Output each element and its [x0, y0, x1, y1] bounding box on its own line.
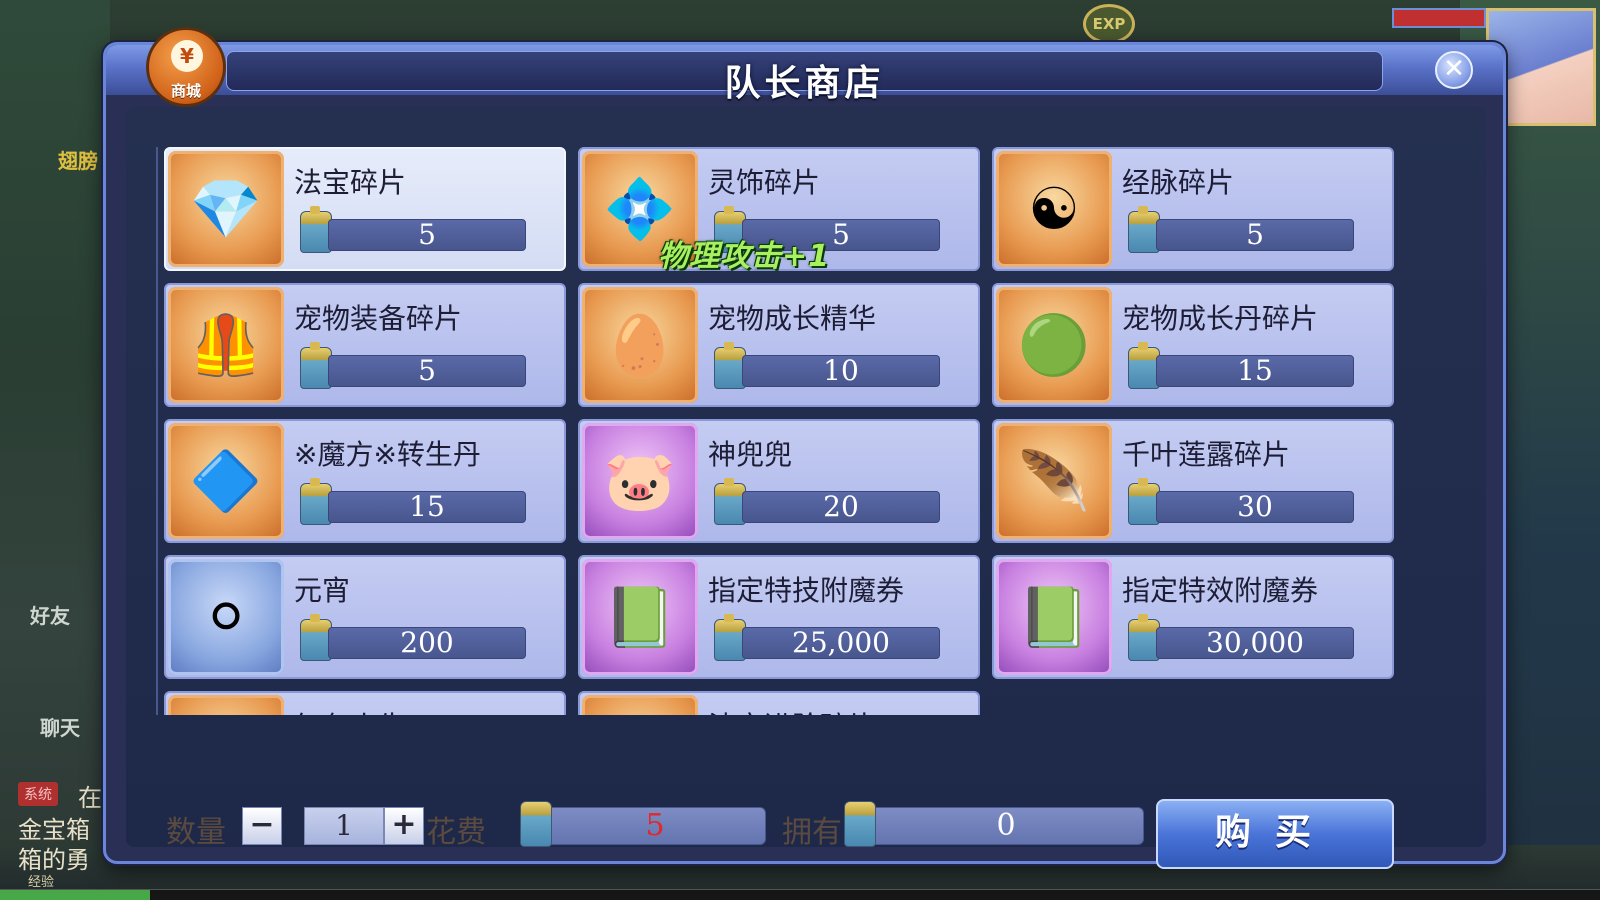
rainbow-gems-icon: 💎: [189, 175, 263, 243]
player-hp-bar: [1392, 8, 1486, 28]
dialog-body: 💎 法宝碎片 5 💠 灵饰碎片 5 ☯ 经脉碎片 5 🦺 宠物装备碎片 5 🥚 宠物成长精华 10 🟢 宠物成长…: [126, 107, 1486, 869]
yin-yang-icon: ☯: [1028, 175, 1080, 243]
dialog-title: 队长商店: [724, 63, 885, 104]
item-name: 法宝碎片: [294, 166, 407, 199]
lucky-bag-pet-icon: 🐷: [603, 447, 677, 515]
spiral-egg-icon: 🥚: [603, 311, 677, 379]
shop-item-card[interactable]: ☯ 经脉碎片 5: [992, 147, 1394, 271]
system-tag: 系统: [18, 782, 58, 806]
item-price: 30,000: [1156, 627, 1354, 659]
shop-item-card[interactable]: 🟢 宠物成长丹碎片 15: [992, 283, 1394, 407]
buy-button[interactable]: 购买: [1156, 799, 1394, 869]
green-gems-icon: 💠: [603, 175, 677, 243]
item-price: 200: [328, 627, 526, 659]
rainbow-gems-icon: 💎: [168, 151, 284, 267]
chat-button[interactable]: 聊天: [40, 712, 80, 741]
mall-badge-icon[interactable]: ¥ 商城: [146, 27, 226, 107]
exp-label: 经验: [28, 875, 55, 890]
stat-popup-text: 物理攻击+1: [658, 239, 831, 274]
quantity-field[interactable]: 1: [304, 807, 384, 845]
partial-item-icon: [168, 695, 284, 715]
item-name: 神兜兜: [708, 438, 793, 471]
owned-value: 0: [868, 807, 1144, 845]
friends-button[interactable]: 好友: [30, 600, 70, 629]
rice-ball-icon: ⚪: [201, 583, 251, 651]
cost-value: 5: [544, 807, 766, 845]
wings-label: 翅膀: [58, 149, 98, 173]
item-name: 红色小生: [294, 705, 406, 715]
shop-item-card[interactable]: 🐷 神兜兜 20: [578, 419, 980, 543]
item-price: 5: [328, 355, 526, 387]
scene-left: [0, 0, 110, 900]
currency-bottle-icon: [520, 801, 552, 847]
owned-label: 拥有: [782, 815, 842, 850]
scroll-track[interactable]: [156, 147, 158, 715]
jewel-box-icon: 🟢: [1017, 311, 1091, 379]
item-name: 灵饰碎片: [708, 166, 821, 199]
currency-bottle-icon: [844, 801, 876, 847]
shop-item-card[interactable]: 🥚 宠物成长精华 10: [578, 283, 980, 407]
item-name: 元宵: [294, 574, 351, 607]
item-name: 宠物成长精华: [708, 302, 877, 335]
coin-icon: ¥: [171, 40, 203, 72]
quantity-label: 数量: [166, 815, 226, 850]
item-price: 15: [328, 491, 526, 523]
item-name: ※魔方※转生丹: [294, 438, 481, 471]
enchant-book-icon: 📗: [582, 559, 698, 675]
shop-item-card[interactable]: 红色小生: [164, 691, 566, 715]
partial-item-icon: [582, 695, 698, 715]
lucky-bag-pet-icon: 🐷: [582, 423, 698, 539]
enchant-book-icon: 📗: [1017, 583, 1091, 651]
exp-badge-icon: EXP: [1083, 4, 1135, 44]
cost-label: 花费: [426, 815, 486, 850]
shop-item-card[interactable]: 🦺 宠物装备碎片 5: [164, 283, 566, 407]
item-name: 宠物装备碎片: [294, 302, 463, 335]
quantity-plus-button[interactable]: +: [384, 807, 424, 845]
shop-item-card[interactable]: ⚪ 元宵 200: [164, 555, 566, 679]
exp-bar-fill: [0, 890, 151, 900]
item-name: 宠物成长丹碎片: [1122, 302, 1319, 335]
shop-item-card[interactable]: 📗 指定特效附魔券 30,000: [992, 555, 1394, 679]
exp-bar: [0, 889, 1600, 900]
dialog-header: 队长商店 ✕: [106, 45, 1503, 104]
enchant-book-icon: 📗: [996, 559, 1112, 675]
item-price: 10: [742, 355, 940, 387]
phoenix-feather-icon: 🪶: [996, 423, 1112, 539]
shop-item-card[interactable]: 📗 指定特技附魔券 25,000: [578, 555, 980, 679]
item-name: 法宝进阶碎片: [708, 705, 876, 715]
mall-label: 商城: [170, 82, 201, 100]
quantity-minus-button[interactable]: −: [242, 807, 282, 845]
item-price: 15: [1156, 355, 1354, 387]
crystal-icon: 🔷: [168, 423, 284, 539]
chat-line: 在: [78, 784, 102, 812]
crystal-icon: 🔷: [189, 447, 263, 515]
pet-armor-icon: 🦺: [189, 311, 263, 379]
shop-item-card[interactable]: 🪶 千叶莲露碎片 30: [992, 419, 1394, 543]
jewel-box-icon: 🟢: [996, 287, 1112, 403]
shop-item-card[interactable]: 🔷 ※魔方※转生丹 15: [164, 419, 566, 543]
shop-item-card[interactable]: 💎 法宝碎片 5: [164, 147, 566, 271]
spiral-egg-icon: 🥚: [582, 287, 698, 403]
item-name: 指定特技附魔券: [708, 574, 905, 607]
item-name: 指定特效附魔券: [1122, 574, 1319, 607]
phoenix-feather-icon: 🪶: [1017, 447, 1091, 515]
item-price: 25,000: [742, 627, 940, 659]
item-price: 20: [742, 491, 940, 523]
close-button[interactable]: ✕: [1435, 51, 1473, 89]
item-name: 经脉碎片: [1122, 166, 1235, 199]
item-price: 30: [1156, 491, 1354, 523]
scene-top: [0, 0, 1600, 45]
chat-line: 箱的勇: [18, 846, 90, 874]
item-name: 千叶莲露碎片: [1122, 438, 1291, 471]
item-price: 5: [328, 219, 526, 251]
rice-ball-icon: ⚪: [168, 559, 284, 675]
captain-shop-dialog: 队长商店 ✕ ¥ 商城 💎 法宝碎片 5 💠 灵饰碎片 5 ☯ 经脉碎片 5 🦺 宠物装备碎片 5 🥚 宠…: [103, 27, 1506, 869]
item-price: 5: [1156, 219, 1354, 251]
title-plate: 队长商店: [226, 51, 1383, 104]
shop-item-card[interactable]: 法宝进阶碎片: [578, 691, 980, 715]
enchant-book-icon: 📗: [603, 583, 677, 651]
yin-yang-icon: ☯: [996, 151, 1112, 267]
pet-armor-icon: 🦺: [168, 287, 284, 403]
